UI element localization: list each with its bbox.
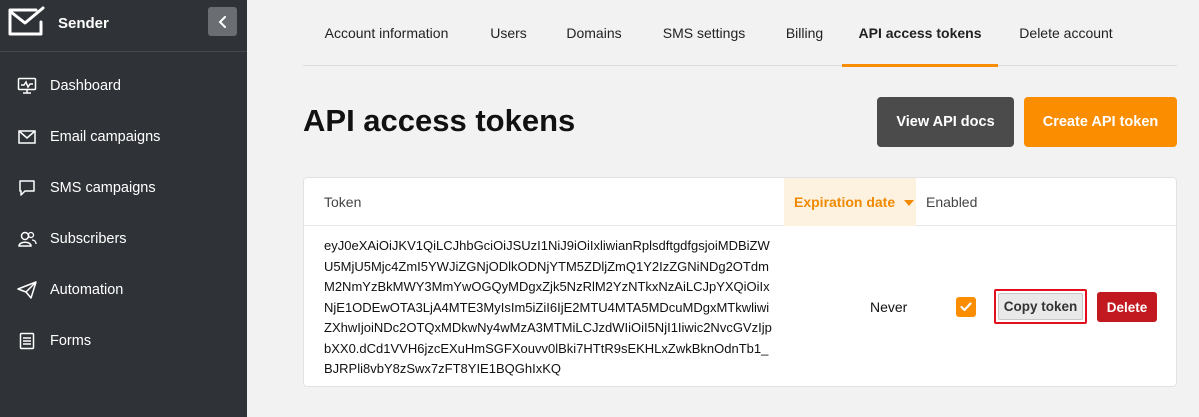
sidebar-item-label: Automation (50, 281, 124, 298)
tab-api-access-tokens[interactable]: API access tokens (842, 0, 998, 67)
column-header-enabled: Enabled (926, 194, 978, 210)
app-name: Sender (58, 15, 109, 32)
tab-domains[interactable]: Domains (547, 0, 641, 66)
column-header-token: Token (324, 194, 362, 210)
enabled-checkbox[interactable] (956, 297, 976, 317)
copy-token-highlight: Copy token (994, 289, 1087, 324)
sidebar-item-label: Subscribers (50, 230, 127, 247)
collapse-sidebar-button[interactable] (208, 7, 237, 36)
dashboard-icon (17, 76, 37, 96)
brand-header: Sender (0, 0, 247, 52)
tokens-table: Token Expiration date Enabled eyJ0eXAiOi… (303, 177, 1177, 387)
table-header: Token Expiration date Enabled (304, 178, 1176, 226)
tab-delete-account[interactable]: Delete account (998, 0, 1134, 66)
checkmark-icon (960, 302, 972, 312)
form-icon (17, 331, 37, 351)
chat-bubble-icon (17, 178, 37, 198)
sidebar-item-automation[interactable]: Automation (0, 264, 247, 315)
settings-tabs: Account information Users Domains SMS se… (303, 0, 1177, 67)
token-value: eyJ0eXAiOiJKV1QiLCJhbGciOiJSUzI1NiJ9iOiI… (324, 238, 772, 376)
view-api-docs-button[interactable]: View API docs (877, 97, 1014, 147)
tab-users[interactable]: Users (470, 0, 547, 66)
delete-token-button[interactable]: Delete (1097, 292, 1157, 322)
create-api-token-button[interactable]: Create API token (1024, 97, 1177, 147)
sidebar-item-forms[interactable]: Forms (0, 315, 247, 366)
page-title: API access tokens (303, 103, 576, 138)
sidebar-item-label: SMS campaigns (50, 179, 156, 196)
column-header-expiration[interactable]: Expiration date (784, 178, 916, 226)
sidebar-item-dashboard[interactable]: Dashboard (0, 60, 247, 111)
sidebar-item-label: Dashboard (50, 77, 121, 94)
sidebar-item-subscribers[interactable]: Subscribers (0, 213, 247, 264)
sidebar-item-sms-campaigns[interactable]: SMS campaigns (0, 162, 247, 213)
users-icon (17, 229, 37, 249)
sidebar: Sender Dashboard Email campaigns SMS cam… (0, 0, 247, 417)
column-header-expiration-label: Expiration date (794, 194, 896, 210)
tab-billing[interactable]: Billing (767, 0, 842, 66)
envelope-icon (17, 127, 37, 147)
sidebar-item-label: Forms (50, 332, 92, 349)
sidebar-item-email-campaigns[interactable]: Email campaigns (0, 111, 247, 162)
paper-plane-icon (17, 280, 37, 300)
copy-token-button[interactable]: Copy token (998, 293, 1083, 320)
sort-descending-icon (904, 200, 915, 206)
tab-account-information[interactable]: Account information (303, 0, 470, 66)
sender-logo-icon (8, 6, 45, 36)
expiration-value: Never (870, 299, 908, 315)
tab-sms-settings[interactable]: SMS settings (641, 0, 767, 66)
sidebar-item-label: Email campaigns (50, 128, 161, 145)
chevron-left-icon (218, 15, 226, 28)
